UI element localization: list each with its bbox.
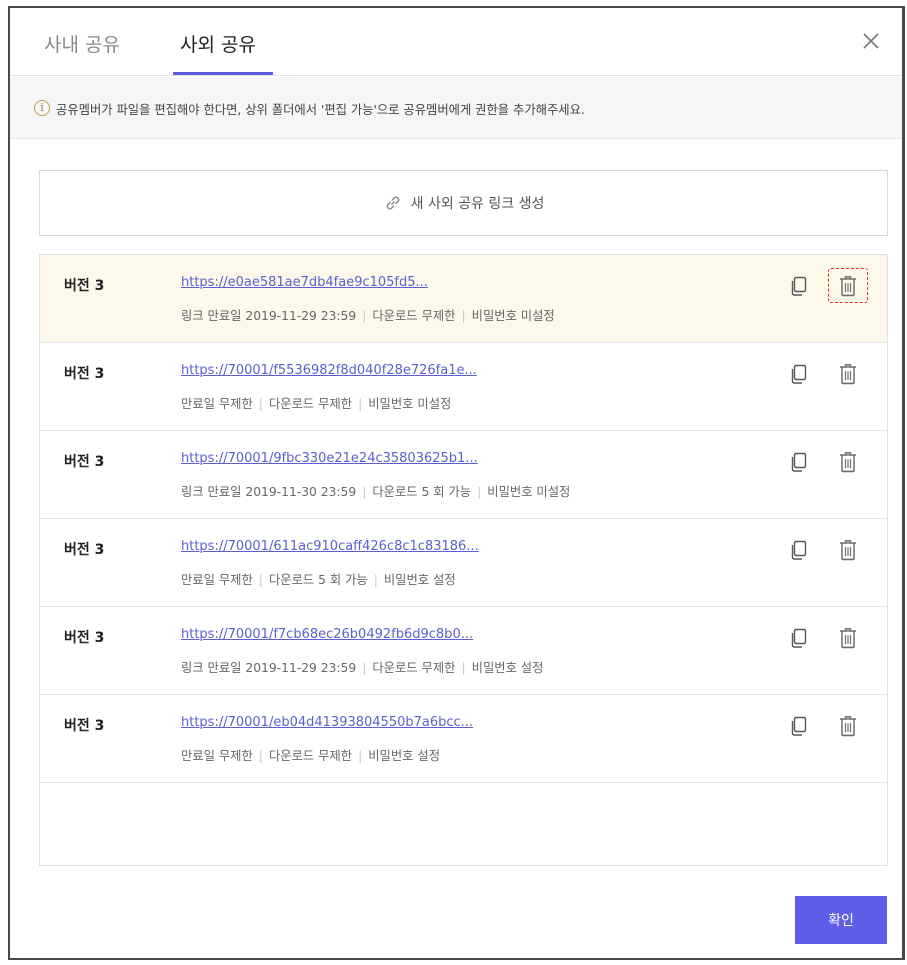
- copy-icon: [791, 628, 807, 648]
- share-link-row: 버전 3 https://70001/eb04d41393804550b7a6b…: [40, 695, 887, 783]
- close-icon: [863, 33, 879, 49]
- share-link-row: 버전 3 https://70001/9fbc330e21e24c3580362…: [40, 431, 887, 519]
- share-link-url[interactable]: https://70001/9fbc330e21e24c35803625b1..…: [181, 451, 478, 466]
- link-meta: 링크 만료일 2019-11-30 23:59 | 다운로드 5 회 가능 | 비밀번호…: [181, 485, 571, 499]
- download-limit-text: 다운로드 무제한: [372, 309, 456, 323]
- copy-link-button[interactable]: [788, 450, 810, 474]
- info-banner: i 공유멤버가 파일을 편집해야 한다면, 상위 폴더에서 '편집 가능'으로 …: [10, 77, 902, 139]
- download-limit-text: 다운로드 5 회 가능: [372, 485, 472, 499]
- download-limit-text: 다운로드 무제한: [268, 397, 353, 411]
- share-link-list: 버전 3 https://e0ae581ae7db4fae9c105fd5...…: [39, 254, 888, 866]
- copy-link-button[interactable]: [788, 538, 810, 562]
- copy-icon: [791, 540, 807, 560]
- share-link-row: 버전 3 https://70001/f7cb68ec26b0492fb6d9c…: [40, 607, 887, 695]
- trash-icon: [840, 540, 856, 561]
- delete-link-button[interactable]: [837, 537, 859, 563]
- copy-link-button[interactable]: [788, 626, 810, 650]
- link-meta: 만료일 무제한 | 다운로드 5 회 가능 | 비밀번호 설정: [181, 573, 456, 587]
- version-label: 버전 3: [64, 630, 105, 646]
- info-text: 공유멤버가 파일을 편집해야 한다면, 상위 폴더에서 '편집 가능'으로 공유…: [56, 103, 585, 117]
- delete-link-button[interactable]: [837, 449, 859, 475]
- delete-link-button[interactable]: [837, 273, 859, 299]
- share-link-url[interactable]: https://70001/f5536982f8d040f28e726fa1e.…: [181, 363, 477, 378]
- share-link-url[interactable]: https://70001/eb04d41393804550b7a6bcc...: [181, 715, 473, 730]
- password-status-text: 비밀번호 미설정: [487, 485, 571, 499]
- trash-icon: [840, 452, 856, 473]
- copy-icon: [791, 716, 807, 736]
- share-link-row: 버전 3 https://70001/611ac910caff426c8c1c8…: [40, 519, 887, 607]
- delete-link-button[interactable]: [837, 625, 859, 651]
- link-meta: 만료일 무제한 | 다운로드 무제한 | 비밀번호 미설정: [181, 397, 452, 411]
- version-label: 버전 3: [64, 366, 105, 382]
- tab-external-share[interactable]: 사외 공유: [180, 30, 256, 57]
- trash-icon: [840, 628, 856, 649]
- expiry-text: 만료일 무제한: [181, 573, 253, 587]
- close-button[interactable]: [858, 28, 884, 54]
- password-status-text: 비밀번호 설정: [368, 749, 441, 763]
- expiry-text: 링크 만료일 2019-11-30 23:59: [181, 485, 357, 499]
- password-status-text: 비밀번호 미설정: [368, 397, 452, 411]
- share-link-url[interactable]: https://70001/611ac910caff426c8c1c83186.…: [181, 539, 479, 554]
- active-tab-indicator: [173, 72, 273, 75]
- link-meta: 링크 만료일 2019-11-29 23:59 | 다운로드 무제한 | 비밀번호 미설…: [181, 309, 555, 323]
- expiry-text: 링크 만료일 2019-11-29 23:59: [181, 309, 357, 323]
- expiry-text: 만료일 무제한: [181, 749, 253, 763]
- download-limit-text: 다운로드 5 회 가능: [268, 573, 368, 587]
- delete-link-button[interactable]: [837, 713, 859, 739]
- trash-icon: [840, 716, 856, 737]
- confirm-button[interactable]: 확인: [795, 896, 887, 944]
- download-limit-text: 다운로드 무제한: [372, 661, 456, 675]
- info-icon: i: [34, 100, 50, 116]
- trash-icon: [840, 364, 856, 385]
- link-meta: 링크 만료일 2019-11-29 23:59 | 다운로드 무제한 | 비밀번호 설정: [181, 661, 544, 675]
- copy-link-button[interactable]: [788, 362, 810, 386]
- password-status-text: 비밀번호 설정: [383, 573, 456, 587]
- share-link-url[interactable]: https://e0ae581ae7db4fae9c105fd5...: [181, 275, 428, 290]
- copy-link-button[interactable]: [788, 274, 810, 298]
- link-icon: [386, 196, 399, 210]
- trash-icon: [840, 276, 856, 297]
- copy-icon: [791, 276, 807, 296]
- copy-icon: [791, 452, 807, 472]
- version-label: 버전 3: [64, 454, 105, 470]
- share-dialog: 사내 공유 사외 공유 i 공유멤버가 파일을 편집해야 한다면, 상위 폴더에…: [8, 6, 905, 960]
- share-link-url[interactable]: https://70001/f7cb68ec26b0492fb6d9c8b0..…: [181, 627, 473, 642]
- expiry-text: 링크 만료일 2019-11-29 23:59: [181, 661, 357, 675]
- create-link-content: 새 사외 공유 링크 생성: [40, 171, 887, 235]
- delete-link-button[interactable]: [837, 361, 859, 387]
- create-link-label: 새 사외 공유 링크 생성: [410, 196, 545, 212]
- share-link-row: 버전 3 https://70001/f5536982f8d040f28e726…: [40, 343, 887, 431]
- version-label: 버전 3: [64, 542, 105, 558]
- create-external-link-button[interactable]: 새 사외 공유 링크 생성: [39, 170, 888, 236]
- copy-icon: [791, 364, 807, 384]
- download-limit-text: 다운로드 무제한: [268, 749, 353, 763]
- link-meta: 만료일 무제한 | 다운로드 무제한 | 비밀번호 설정: [181, 749, 441, 763]
- tab-bar: 사내 공유 사외 공유: [10, 8, 902, 76]
- share-link-row: 버전 3 https://e0ae581ae7db4fae9c105fd5...…: [40, 255, 887, 343]
- version-label: 버전 3: [64, 718, 105, 734]
- tab-internal-share[interactable]: 사내 공유: [44, 30, 120, 57]
- version-label: 버전 3: [64, 278, 105, 294]
- password-status-text: 비밀번호 설정: [471, 661, 544, 675]
- copy-link-button[interactable]: [788, 714, 810, 738]
- password-status-text: 비밀번호 미설정: [471, 309, 555, 323]
- expiry-text: 만료일 무제한: [181, 397, 253, 411]
